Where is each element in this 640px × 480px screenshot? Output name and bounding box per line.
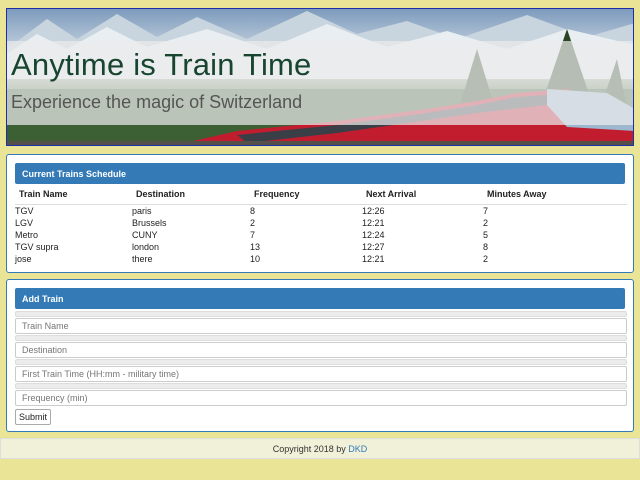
- cell-train-name: jose: [15, 253, 32, 264]
- author-link[interactable]: DKD: [348, 444, 367, 454]
- copyright-text: Copyright 2018 by: [272, 444, 346, 454]
- hero-banner: Anytime is Train Time Experience the mag…: [6, 8, 634, 146]
- cell-frequency: 2: [250, 217, 256, 228]
- table-row: TGV supra london 13 12:27 8: [15, 241, 627, 253]
- cell-train-name: LGV: [15, 217, 34, 228]
- form-separator: [15, 359, 627, 365]
- schedule-panel: Current Trains Schedule Train Name Desti…: [6, 154, 634, 273]
- column-header-minutes-away: Minutes Away: [483, 189, 627, 205]
- table-row: TGV paris 8 12:26 7: [15, 204, 627, 217]
- cell-train-name: TGV: [15, 205, 34, 216]
- column-header-destination: Destination: [132, 189, 250, 205]
- page-title: Anytime is Train Time: [11, 47, 312, 82]
- table-row: LGV Brussels 2 12:21 2: [15, 217, 627, 229]
- cell-minutes-away: 5: [483, 229, 489, 240]
- form-separator: [15, 335, 627, 341]
- column-header-frequency: Frequency: [250, 189, 362, 205]
- cell-next-arrival: 12:24: [362, 229, 385, 240]
- schedule-table: Train Name Destination Frequency Next Ar…: [15, 189, 627, 265]
- cell-frequency: 13: [250, 241, 261, 252]
- form-separator: [15, 311, 627, 317]
- form-separator: [15, 383, 627, 389]
- cell-next-arrival: 12:27: [362, 241, 385, 252]
- cell-next-arrival: 12:21: [362, 217, 385, 228]
- cell-destination: CUNY: [132, 229, 158, 240]
- first-train-time-input[interactable]: [15, 366, 627, 382]
- cell-frequency: 8: [250, 205, 256, 216]
- cell-destination: paris: [132, 205, 152, 216]
- page-subtitle: Experience the magic of Switzerland: [11, 92, 303, 112]
- column-header-train-name: Train Name: [15, 189, 132, 205]
- schedule-heading: Current Trains Schedule: [15, 163, 625, 184]
- cell-destination: london: [132, 241, 160, 252]
- cell-destination: Brussels: [132, 217, 167, 228]
- add-train-panel: Add Train Submit: [6, 279, 634, 432]
- cell-next-arrival: 12:21: [362, 253, 385, 264]
- table-header-row: Train Name Destination Frequency Next Ar…: [15, 189, 627, 205]
- cell-minutes-away: 2: [483, 217, 489, 228]
- cell-destination: there: [132, 253, 153, 264]
- add-train-heading: Add Train: [15, 288, 625, 309]
- footer: Copyright 2018 by DKD: [0, 438, 640, 459]
- train-name-input[interactable]: [15, 318, 627, 334]
- cell-frequency: 10: [250, 253, 261, 264]
- table-row: jose there 10 12:21 2: [15, 253, 627, 265]
- cell-frequency: 7: [250, 229, 256, 240]
- column-header-next-arrival: Next Arrival: [362, 189, 483, 205]
- cell-minutes-away: 2: [483, 253, 489, 264]
- frequency-input[interactable]: [15, 390, 627, 406]
- table-row: Metro CUNY 7 12:24 5: [15, 229, 627, 241]
- cell-train-name: Metro: [15, 229, 39, 240]
- destination-input[interactable]: [15, 342, 627, 358]
- cell-train-name: TGV supra: [15, 241, 59, 252]
- cell-minutes-away: 7: [483, 205, 489, 216]
- cell-minutes-away: 8: [483, 241, 489, 252]
- submit-button[interactable]: Submit: [15, 409, 51, 425]
- cell-next-arrival: 12:26: [362, 205, 385, 216]
